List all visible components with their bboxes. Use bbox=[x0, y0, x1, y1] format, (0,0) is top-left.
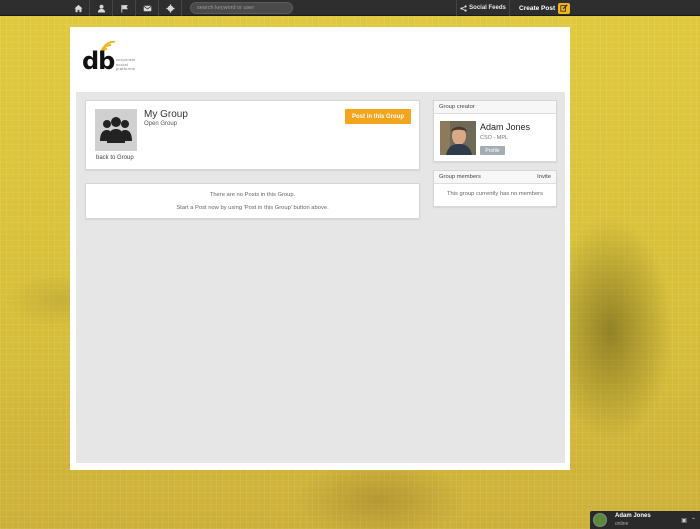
pencil-icon bbox=[558, 2, 571, 14]
posts-empty-card: There are no Posts in this Group. Start … bbox=[85, 183, 420, 219]
create-post-button[interactable]: Create Post bbox=[511, 0, 571, 16]
group-header-card: My Group Open Group back to Group Post i… bbox=[85, 100, 420, 170]
profile-nav-button[interactable] bbox=[91, 0, 113, 16]
group-name: My Group bbox=[144, 109, 188, 120]
home-icon bbox=[74, 4, 83, 12]
members-empty-message: This group currently has no members bbox=[446, 191, 543, 197]
messages-button[interactable] bbox=[137, 0, 159, 16]
invite-link[interactable]: Invite bbox=[537, 174, 551, 180]
group-icon bbox=[100, 117, 132, 143]
profile-button[interactable]: Profile bbox=[480, 146, 505, 155]
settings-button[interactable] bbox=[160, 0, 182, 16]
chat-controls: ▣ ⌃ bbox=[681, 517, 696, 524]
notifications-button[interactable] bbox=[114, 0, 136, 16]
search-input[interactable] bbox=[190, 2, 293, 14]
creator-name[interactable]: Adam Jones bbox=[480, 122, 530, 132]
creator-avatar[interactable] bbox=[440, 121, 476, 155]
group-creator-header: Group creator bbox=[434, 101, 556, 114]
group-creator-card: Group creator Adam Jones CSO - MPL Profi… bbox=[433, 100, 557, 162]
logo-mark: db bbox=[82, 47, 115, 75]
gear-icon bbox=[166, 3, 175, 13]
top-navigation-bar: Social Feeds Create Post bbox=[0, 0, 700, 16]
back-to-group-link[interactable]: back to Group bbox=[96, 155, 134, 161]
chat-user-name: Adam Jones bbox=[615, 513, 651, 519]
company-logo[interactable]: db corporate social platforms bbox=[82, 41, 162, 79]
chat-status: online bbox=[615, 521, 629, 527]
social-feeds-label: Social Feeds bbox=[469, 5, 506, 11]
group-members-card: Group members Invite This group currentl… bbox=[433, 170, 557, 207]
popout-icon[interactable]: ▣ bbox=[681, 517, 687, 524]
chat-avatar bbox=[593, 513, 607, 527]
main-page: db corporate social platforms My Group O… bbox=[70, 27, 570, 470]
expand-icon[interactable]: ⌃ bbox=[691, 517, 696, 524]
group-type: Open Group bbox=[144, 121, 178, 127]
creator-role: CSO - MPL bbox=[480, 135, 509, 141]
group-members-title: Group members bbox=[439, 174, 481, 180]
home-button[interactable] bbox=[68, 0, 90, 16]
posts-empty-hint: Start a Post now by using 'Post in this … bbox=[176, 205, 329, 211]
mail-icon bbox=[143, 5, 152, 11]
post-in-group-button[interactable]: Post in this Group bbox=[345, 109, 411, 124]
group-avatar[interactable] bbox=[95, 109, 137, 151]
logo-tagline: corporate social platforms bbox=[116, 57, 136, 71]
share-icon bbox=[460, 4, 467, 12]
flag-icon bbox=[121, 4, 128, 13]
content-area: My Group Open Group back to Group Post i… bbox=[76, 92, 565, 463]
chat-bar[interactable]: Adam Jones online ▣ ⌃ bbox=[590, 511, 700, 529]
create-post-label: Create Post bbox=[519, 4, 556, 12]
user-icon bbox=[97, 4, 106, 13]
posts-empty-message: There are no Posts in this Group. bbox=[209, 192, 296, 198]
group-members-header: Group members Invite bbox=[434, 171, 556, 184]
social-feeds-button[interactable]: Social Feeds bbox=[456, 0, 510, 16]
